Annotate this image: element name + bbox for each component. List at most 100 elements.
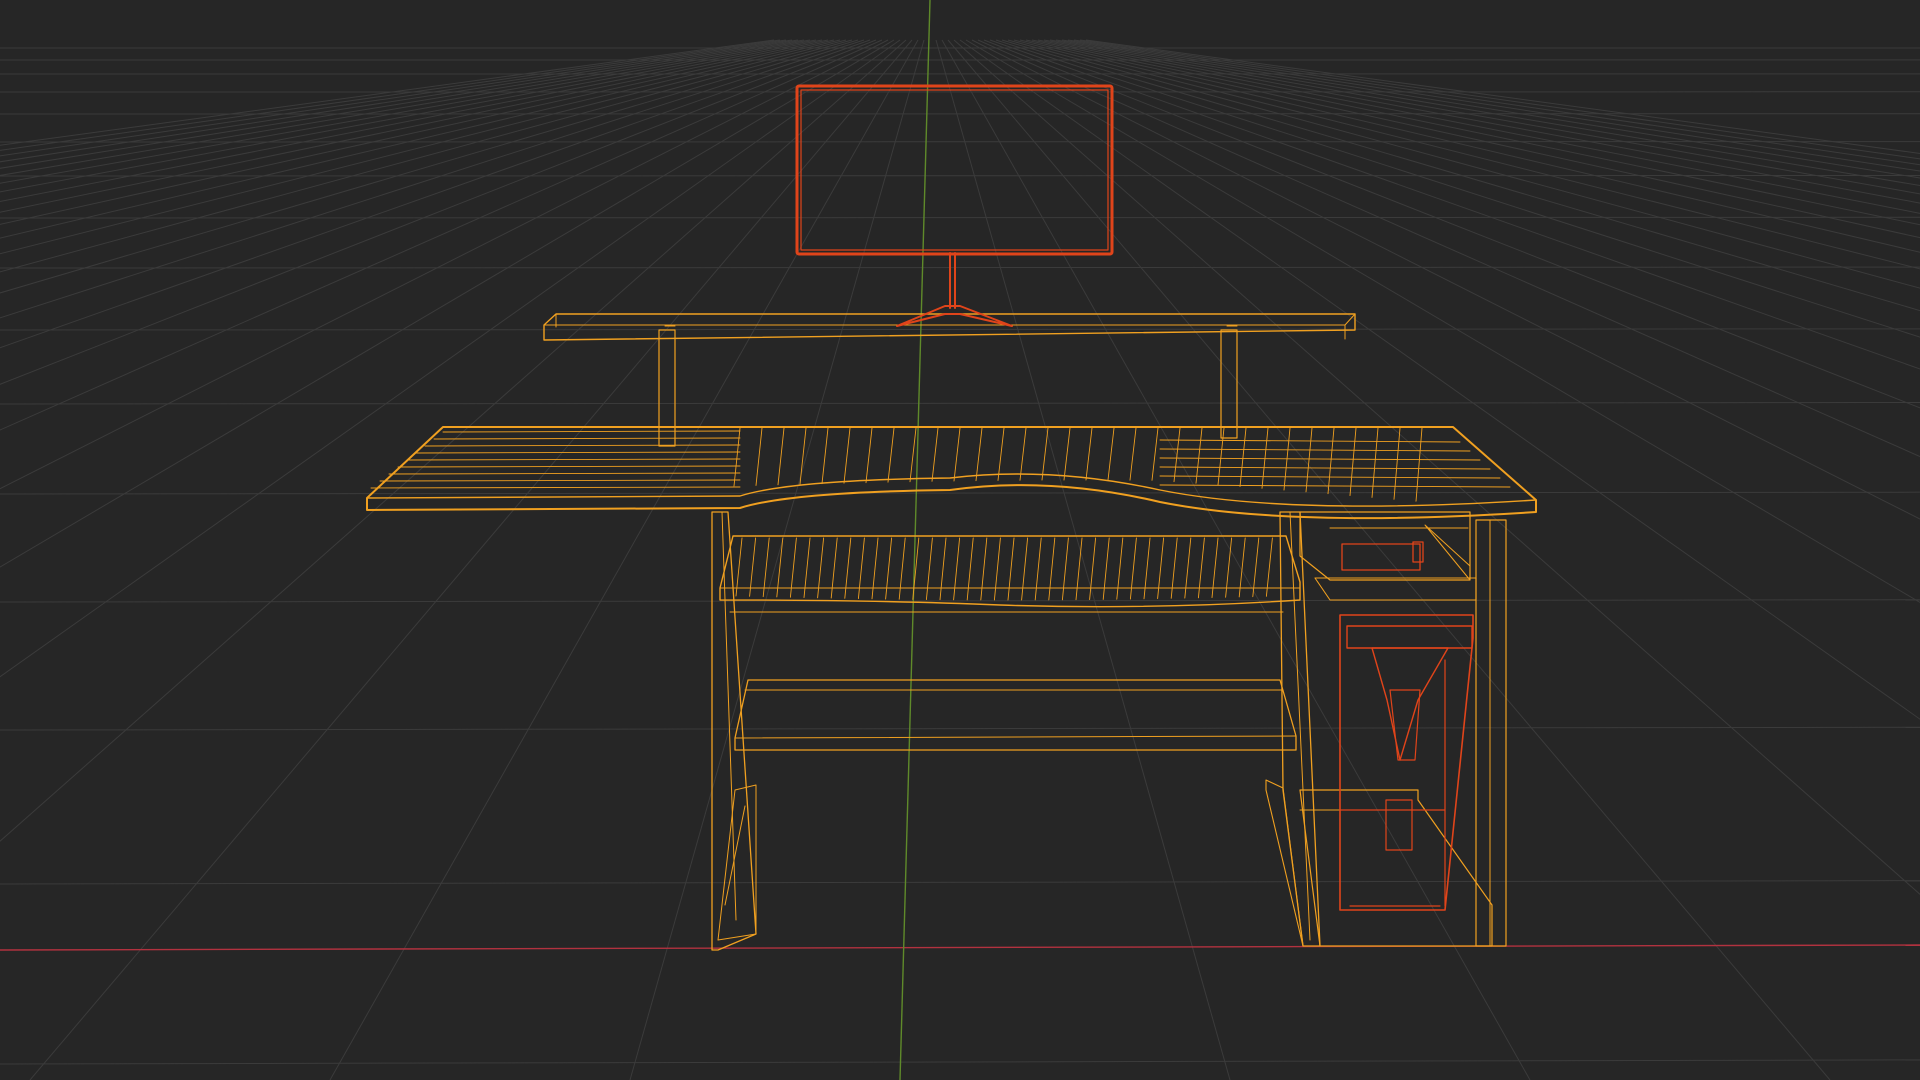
tray-edge-loop	[1157, 537, 1165, 600]
desk-top-edge-loop	[1063, 427, 1071, 481]
desk-top-edge-loop	[424, 444, 741, 447]
grid-line	[0, 39, 841, 239]
desk-top-edge-loop	[931, 427, 939, 482]
grid-line	[0, 39, 817, 193]
grid-line	[0, 39, 829, 213]
tray-edge-loop	[1048, 537, 1056, 601]
tray-edge-loop	[830, 537, 838, 599]
tray-edge-loop	[817, 537, 825, 599]
grid-line	[0, 39, 811, 184]
desk-top-edge-loop	[1327, 427, 1335, 495]
tray-edge-loop	[857, 537, 865, 600]
tray-edge-loop	[993, 537, 1001, 601]
x-axis-line	[0, 944, 1920, 951]
grid-line	[0, 880, 1920, 885]
tray-edge-loop	[939, 537, 947, 601]
grid-line	[1067, 39, 1920, 172]
grid-line	[0, 402, 1920, 405]
viewport-canvas[interactable]	[0, 0, 1920, 1080]
grid-line	[935, 39, 1231, 1080]
tray-edge-loop	[1061, 537, 1069, 601]
tray-edge-loop	[1184, 537, 1192, 599]
grid-line	[0, 39, 895, 568]
grid-line	[0, 39, 901, 678]
grid-line	[1025, 39, 1920, 239]
desk-top-edge-loop	[1159, 457, 1481, 461]
desk-top-edge-loop	[397, 465, 741, 468]
tray-edge-loop	[980, 537, 988, 601]
tray-edge-loop	[1007, 537, 1015, 601]
grid-line	[0, 216, 1920, 219]
desk-top-edge-loop	[1349, 427, 1357, 497]
grid-line	[971, 39, 1920, 520]
tray-edge-loop	[885, 537, 893, 600]
desk-top-edge-loop	[865, 427, 873, 484]
grid-line	[0, 39, 787, 157]
grid-line	[0, 39, 805, 176]
desk-top-edge-loop	[1239, 427, 1247, 488]
desk-top-edge-loop	[370, 486, 741, 489]
computer-tower-wireframe[interactable]	[1339, 541, 1474, 911]
desk-top-edge-loop	[821, 427, 829, 485]
grid-line	[0, 726, 1920, 731]
desk-left-leg	[711, 511, 757, 951]
floor-grid	[0, 39, 1920, 1080]
desk-lower-shelf	[734, 679, 1297, 751]
grid-line	[0, 39, 835, 225]
grid-line	[0, 39, 775, 146]
grid-line	[1037, 39, 1920, 214]
tray-edge-loop	[1089, 537, 1097, 601]
desk-top-edge-loop	[755, 427, 763, 486]
tray-edge-loop	[1211, 537, 1219, 598]
grid-line	[0, 1059, 1920, 1065]
tray-edge-loop	[844, 537, 852, 599]
tray-edge-loop	[898, 537, 906, 600]
tray-edge-loop	[1102, 537, 1110, 600]
desk-top-edge-loop	[997, 427, 1005, 481]
tray-edge-loop	[1034, 537, 1042, 601]
grid-line	[941, 39, 1531, 1080]
desk-top-edge-loop	[388, 472, 741, 475]
tray-edge-loop	[803, 537, 811, 598]
desk-top-edge-loop	[379, 479, 741, 482]
desk-top-edge-loop	[1415, 427, 1423, 502]
desk-top	[366, 426, 1537, 520]
grid-line	[629, 39, 925, 1080]
desk-right-cabinet	[1265, 511, 1507, 947]
desk-top-edge-loop	[1261, 427, 1269, 489]
desk-top-edge-loop	[843, 427, 851, 484]
desk-top-edge-loop	[1041, 427, 1049, 481]
grid-line	[0, 39, 883, 431]
desk-top-edge-loop	[442, 430, 741, 433]
desk-top-edge-loop	[1371, 427, 1379, 498]
desk-top-edge-loop	[909, 427, 917, 483]
grid-line	[1073, 39, 1920, 166]
grid-line	[0, 39, 907, 842]
tray-edge-loop	[1129, 537, 1137, 600]
desk-top-edge-loop	[1107, 427, 1115, 481]
grid-line	[1079, 39, 1920, 160]
desk-top-edge-loop	[1151, 427, 1159, 481]
3d-viewport[interactable]	[0, 0, 1920, 1080]
desk-top-edge-loop	[1159, 439, 1461, 443]
desk-top-edge-loop	[777, 427, 785, 486]
desk-top-edge-loop	[1393, 427, 1401, 500]
desk-top-edge-loop	[1173, 427, 1181, 483]
grid-line	[329, 39, 919, 1080]
keyboard-tray-hatch	[735, 537, 1273, 601]
tray-edge-loop	[1116, 537, 1124, 600]
monitor-wireframe[interactable]	[795, 84, 1114, 327]
desk-top-edge-loop	[415, 451, 741, 454]
desk-top-edge-loop	[975, 427, 983, 482]
grid-line	[0, 39, 793, 163]
grid-line	[977, 39, 1920, 458]
desk-top-edge-loop	[953, 427, 961, 482]
tray-edge-loop	[1197, 537, 1205, 599]
desk-top-edge-loop	[433, 437, 741, 440]
grid-line	[1085, 39, 1920, 154]
tray-edge-loop	[1170, 537, 1178, 599]
desk-wireframe[interactable]	[366, 313, 1537, 951]
grid-line	[1061, 39, 1920, 179]
grid-line	[0, 599, 1920, 603]
y-axis-line	[899, 0, 931, 1080]
